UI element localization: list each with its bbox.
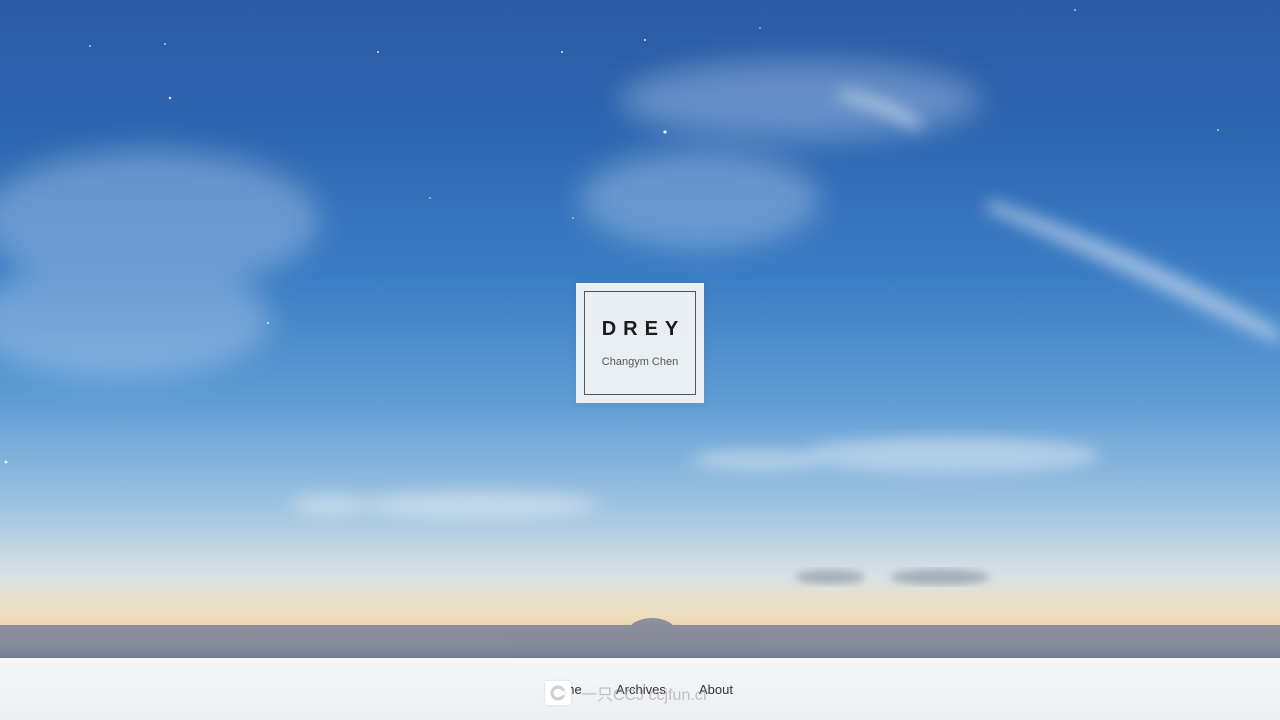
nav-item-archives[interactable]: Archives	[616, 682, 666, 697]
nav-item-home[interactable]: Home	[547, 682, 582, 697]
page: DREY Changym Chen Home Archives About 一只…	[0, 0, 1280, 720]
nav-links: Home Archives About	[0, 682, 1280, 702]
site-title[interactable]: DREY	[602, 319, 686, 339]
hero-banner: DREY Changym Chen	[0, 0, 1280, 660]
nav-item-about[interactable]: About	[699, 682, 733, 697]
site-title-frame: DREY Changym Chen	[584, 291, 696, 395]
bottom-navigation: Home Archives About	[0, 658, 1280, 720]
site-title-card[interactable]: DREY Changym Chen	[576, 283, 704, 403]
site-subtitle: Changym Chen	[601, 355, 679, 368]
